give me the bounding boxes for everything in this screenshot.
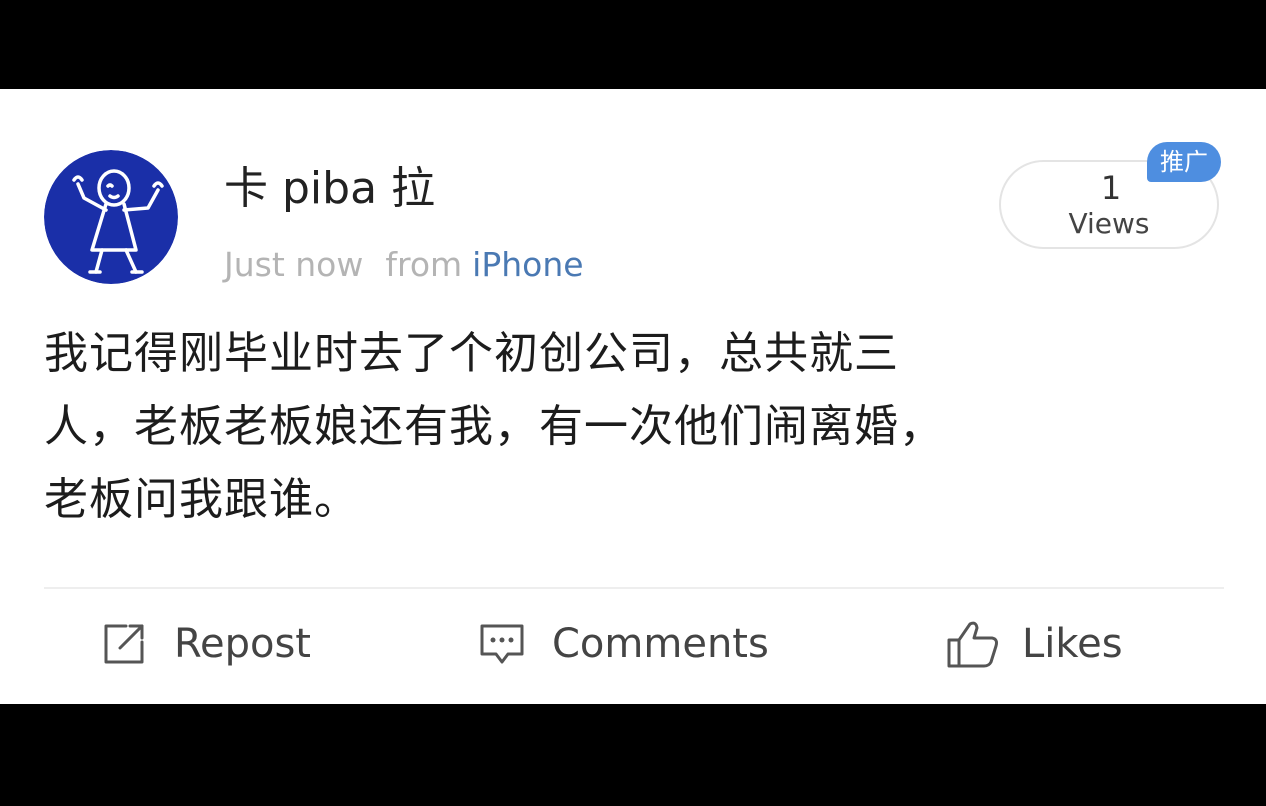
comments-label: Comments	[552, 621, 769, 667]
repost-icon	[104, 624, 144, 664]
post-card: 卡 piba 拉 Just now from iPhone 1 Views 推广 我…	[0, 89, 1266, 704]
comments-button[interactable]: Comments	[478, 614, 769, 674]
letterbox-bottom	[0, 704, 1266, 806]
post-meta: Just now from iPhone	[224, 243, 584, 287]
timestamp: Just now	[224, 245, 364, 284]
post-text-line: 我记得刚毕业时去了个初创公司，总共就三	[44, 328, 899, 379]
avatar[interactable]	[44, 150, 178, 284]
likes-button[interactable]: Likes	[946, 614, 1123, 674]
post-body: 我记得刚毕业时去了个初创公司，总共就三 人，老板老板娘还有我，有一次他们闹离婚，…	[44, 317, 1224, 536]
post-text-line: 老板问我跟谁。	[44, 474, 359, 525]
repost-button[interactable]: Repost	[100, 614, 311, 674]
from-label: from	[385, 245, 463, 284]
post-text-line: 人，老板老板娘还有我，有一次他们闹离婚，	[44, 401, 944, 452]
repost-label: Repost	[174, 621, 311, 667]
letterbox-top	[0, 0, 1266, 89]
dancing-stick-figure-icon	[44, 150, 178, 284]
username[interactable]: 卡 piba 拉	[224, 159, 435, 219]
views-label: Views	[1068, 207, 1150, 240]
divider	[44, 587, 1224, 589]
source-link[interactable]: iPhone	[472, 245, 583, 284]
comment-icon	[480, 624, 524, 664]
likes-label: Likes	[1022, 621, 1123, 667]
thumbs-up-icon	[947, 621, 998, 668]
promo-badge[interactable]: 推广	[1147, 142, 1221, 182]
